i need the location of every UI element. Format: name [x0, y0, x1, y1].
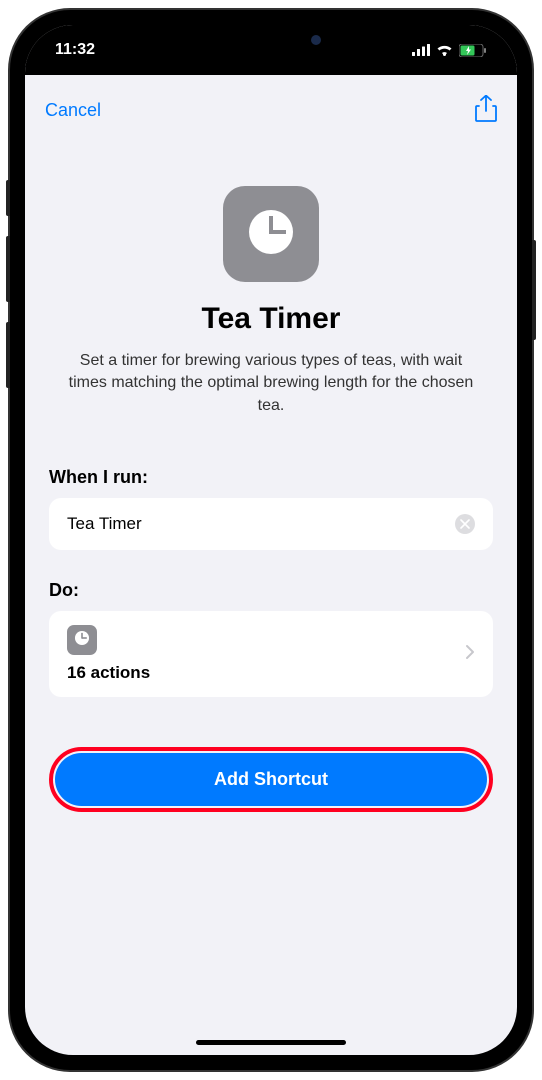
status-indicators [412, 44, 487, 57]
actions-mini-icon [67, 625, 97, 655]
clock-icon [246, 207, 296, 262]
physical-buttons-left [6, 180, 10, 408]
sheet-grabber-area [25, 75, 517, 83]
cancel-button[interactable]: Cancel [45, 100, 101, 121]
content-area: Tea Timer Set a timer for brewing variou… [25, 136, 517, 832]
home-indicator[interactable] [196, 1040, 346, 1045]
clear-input-button[interactable] [455, 514, 475, 534]
phone-frame: 11:32 Cancel [10, 10, 532, 1070]
actions-count: 16 actions [67, 663, 150, 683]
add-shortcut-button[interactable]: Add Shortcut [55, 753, 487, 806]
physical-buttons-right [532, 240, 536, 340]
shortcut-app-icon [223, 186, 319, 282]
clock-icon [74, 630, 90, 651]
shortcut-name-row [49, 498, 493, 550]
share-button[interactable] [475, 95, 497, 126]
actions-info: 16 actions [67, 625, 150, 683]
shortcut-title: Tea Timer [49, 302, 493, 336]
notch [171, 25, 371, 55]
add-shortcut-highlight: Add Shortcut [49, 747, 493, 812]
shortcut-description: Set a timer for brewing various types of… [49, 350, 493, 417]
shortcut-name-input[interactable] [67, 514, 455, 534]
phone-screen: 11:32 Cancel [25, 25, 517, 1055]
share-icon [475, 111, 497, 126]
actions-row[interactable]: 16 actions [49, 611, 493, 697]
wifi-icon [436, 44, 453, 56]
battery-icon [459, 44, 487, 57]
chevron-right-icon [465, 644, 475, 665]
signal-icon [412, 44, 430, 56]
nav-bar: Cancel [25, 83, 517, 136]
when-run-label: When I run: [49, 467, 493, 488]
status-time: 11:32 [55, 41, 95, 59]
do-label: Do: [49, 580, 493, 601]
close-icon [460, 517, 470, 532]
